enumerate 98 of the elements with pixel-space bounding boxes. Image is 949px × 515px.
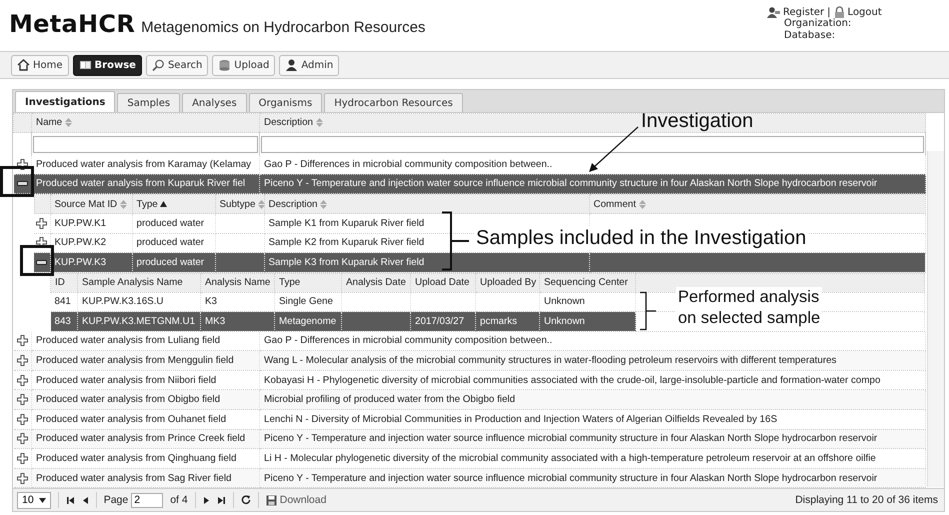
highlight-frame: [0, 166, 34, 197]
expand-icon[interactable]: [16, 394, 28, 406]
table-cell: Produced water analysis from Kuparuk River fiel: [32, 174, 260, 194]
table-row[interactable]: Produced water analysis from Sag River field Piceno Y - Temperature and injection water source influence microbial community structure in four Alaskan North Slope hydrocarbon reservoir: [14, 468, 926, 488]
table-cell: Produced water analysis from Sag River field: [32, 468, 260, 488]
refresh-icon[interactable]: [240, 495, 251, 506]
previous-page-icon[interactable]: [82, 496, 89, 505]
table-cell: 843: [50, 312, 78, 332]
table-row[interactable]: Produced water analysis from Kuparuk River fiel Piceno Y - Temperature and injection water source influence microbial community structure in four Alaskan North Slope hydrocarbon reservoir: [14, 174, 926, 194]
column-header[interactable]: Uploaded By: [476, 273, 540, 292]
logout-link[interactable]: Logout: [848, 6, 882, 18]
expand-icon[interactable]: [36, 218, 48, 229]
table-cell: produced water: [132, 252, 215, 272]
table-cell: Piceno Y - Temperature and injection water source influence microbial community structure in four Alaskan North Slope hydrocarbon reservoir: [260, 429, 926, 449]
table-cell: Piceno Y - Temperature and injection water source influence microbial community structure in four Alaskan North Slope hydrocarbon reservoir: [260, 174, 926, 194]
download-button[interactable]: Download: [266, 494, 326, 506]
next-page-icon[interactable]: [202, 496, 210, 505]
column-header[interactable]: Name: [32, 114, 260, 132]
pagination-summary: Displaying 11 to 20 of 36 items: [795, 494, 939, 506]
database-icon: [218, 59, 232, 71]
expand-icon[interactable]: [16, 158, 28, 170]
person-icon: [285, 59, 298, 71]
annotation-label: Samples included in the Investigation: [474, 227, 808, 250]
nav-button[interactable]: Browse: [72, 54, 142, 76]
column-header[interactable]: Sample Analysis Name: [78, 273, 200, 292]
site-subtitle: Metagenomics on Hydrocarbon Resources: [141, 19, 426, 36]
table-cell: MK3: [200, 312, 274, 332]
filter-field[interactable]: [33, 136, 258, 152]
expand-icon[interactable]: [16, 453, 28, 464]
expand-icon[interactable]: [16, 414, 28, 425]
table-cell: 2017/03/27: [410, 312, 476, 332]
table-cell: Wang L - Molecular analysis of the microbial community structures in water-flooding petroleum reservoirs with different temperatures: [260, 350, 926, 370]
column-header[interactable]: ID: [50, 273, 78, 292]
table-cell: pcmarks: [476, 312, 540, 332]
brace-mark: [639, 292, 657, 330]
tab[interactable]: Organisms: [248, 93, 322, 112]
tab[interactable]: Analyses: [182, 93, 247, 112]
logo: MetaHCR: [9, 10, 136, 38]
filter-field[interactable]: [261, 136, 924, 152]
tab[interactable]: Hydrocarbon Resources: [324, 93, 463, 112]
table-cell: Metagenome: [274, 312, 342, 332]
separator: |: [827, 6, 831, 18]
table-cell: produced water: [132, 214, 215, 234]
book-icon: [78, 59, 92, 71]
table-cell: KUP.PW.K3.METGNM.U1: [78, 312, 200, 332]
table-cell: Unknown: [540, 312, 636, 332]
highlight-frame: [20, 245, 54, 276]
nav-button[interactable]: Home: [11, 54, 69, 76]
nav-button[interactable]: Admin: [279, 54, 340, 76]
table-cell: Piceno Y - Temperature and injection water source influence microbial community structure in four Alaskan North Slope hydrocarbon reservoir: [260, 468, 926, 488]
table-row[interactable]: Produced water analysis from Menggulin field Wang L - Molecular analysis of the microbial community structures in water-flooding petroleum reservoirs with different temperatures: [14, 350, 926, 370]
register-link[interactable]: Register: [783, 6, 824, 18]
first-page-icon[interactable]: [66, 496, 75, 505]
page-count: of 4: [170, 494, 188, 506]
column-header[interactable]: Description: [264, 194, 589, 214]
column-header[interactable]: Upload Date: [410, 273, 476, 292]
lock-icon: [834, 6, 845, 18]
table-row[interactable]: Produced water analysis from Prince Creek field Piceno Y - Temperature and injection water source influence microbial community structure in four Alaskan North Slope hydrocarbon reservoir: [14, 429, 926, 449]
page-label: Page: [104, 494, 128, 506]
table-cell: Sample K3 from Kuparuk River field: [264, 252, 589, 272]
column-header[interactable]: Analysis Name: [200, 273, 274, 292]
search-icon: [152, 59, 165, 71]
table-cell: KUP.PW.K1: [50, 214, 132, 234]
table-row[interactable]: Produced water analysis from Obigbo field Microbial profiling of produced water from the Obigbo field: [14, 390, 926, 410]
leader-arrow: [589, 126, 638, 172]
table-cell: Produced water analysis from Prince Creek field: [32, 429, 260, 449]
expand-icon[interactable]: [16, 374, 28, 386]
table-cell: Microbial profiling of produced water from the Obigbo field: [260, 390, 926, 410]
column-header[interactable]: Source Mat ID: [50, 194, 132, 214]
table-cell: Produced water analysis from Menggulin field: [32, 350, 260, 370]
tab[interactable]: Samples: [117, 93, 180, 112]
caret-icon: [38, 498, 46, 503]
brace-mark: [441, 212, 470, 270]
column-header[interactable]: Analysis Date: [342, 273, 410, 292]
user-icon: [767, 6, 780, 18]
expand-icon[interactable]: [16, 355, 28, 366]
table-cell: KUP.PW.K3: [50, 252, 132, 272]
expand-icon[interactable]: [16, 335, 28, 346]
expand-icon[interactable]: [16, 433, 28, 444]
annotation-label: Performed analysis on selected sample: [676, 287, 822, 329]
page-size-dropdown[interactable]: 10: [17, 492, 51, 509]
last-page-icon[interactable]: [216, 496, 226, 505]
table-cell: Produced water analysis from Obigbo field: [32, 390, 260, 410]
nav-button[interactable]: Upload: [212, 54, 276, 76]
table-row[interactable]: KUP.PW.K3 produced water Sample K3 from Kuparuk River field: [34, 252, 925, 272]
organization-label: Organization:: [784, 18, 852, 30]
column-header[interactable]: Type: [132, 194, 215, 214]
column-header[interactable]: Type: [274, 273, 342, 292]
home-icon: [17, 59, 30, 71]
nav-button[interactable]: Search: [146, 54, 208, 76]
column-header[interactable]: Subtype: [215, 194, 264, 214]
scrollbar[interactable]: [927, 151, 944, 488]
column-header[interactable]: Comment: [589, 194, 925, 214]
tab[interactable]: Investigations: [15, 91, 116, 112]
page-field[interactable]: 2: [131, 492, 164, 508]
database-label: Database:: [784, 30, 836, 42]
column-header[interactable]: Sequencing Center: [540, 273, 636, 292]
expand-icon[interactable]: [16, 472, 28, 484]
